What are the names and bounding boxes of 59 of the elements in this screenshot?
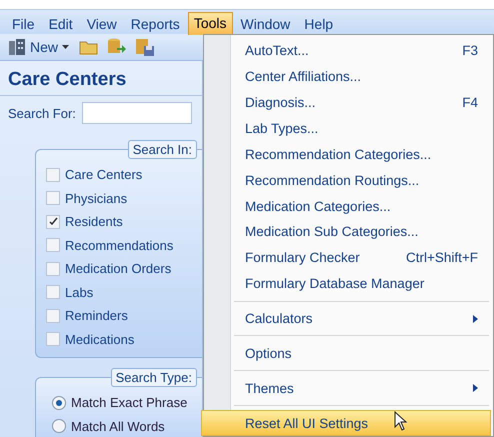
menu-item[interactable]: Lab Types... — [206, 116, 491, 142]
folder-icon[interactable] — [79, 39, 100, 55]
radio-button[interactable] — [52, 396, 66, 410]
menu-item[interactable]: Calculators — [206, 306, 491, 332]
menu-item[interactable]: Recommendation Categories... — [206, 141, 491, 168]
menu-item[interactable]: View — [80, 13, 123, 31]
database-save-icon[interactable] — [135, 38, 156, 56]
caret-icon — [62, 45, 70, 49]
building-icon — [8, 39, 26, 55]
checkbox[interactable] — [46, 238, 60, 252]
checkbox[interactable] — [46, 214, 60, 229]
menu-item[interactable]: File — [6, 13, 41, 31]
menu-item[interactable]: Window — [234, 13, 296, 31]
menu-item[interactable]: Tools — [188, 12, 232, 34]
menu-item[interactable]: Formulary Database Manager — [206, 270, 491, 297]
checkbox-label: Recommendations — [65, 238, 174, 253]
menu-item[interactable]: Formulary Checker Ctrl+Shift+F — [206, 244, 491, 271]
menu-item[interactable]: Medication Sub Categories... — [206, 219, 491, 245]
search-field[interactable] — [82, 102, 192, 124]
checkbox[interactable] — [46, 332, 60, 346]
checkbox[interactable] — [46, 168, 60, 182]
checkbox[interactable] — [46, 262, 60, 276]
checkbox-label: Medications — [65, 332, 134, 347]
menu-item[interactable]: Medication Categories... — [206, 193, 491, 220]
group-legend: Search In: — [128, 140, 197, 159]
radio-button[interactable] — [52, 419, 66, 434]
checkbox[interactable] — [46, 285, 60, 300]
shortcut-label: Ctrl+Shift+F — [406, 250, 478, 266]
radio-label: Match Exact Phrase — [71, 395, 188, 410]
checkbox-label: Residents — [65, 214, 123, 230]
checkbox-label: Reminders — [65, 308, 128, 324]
menu-item[interactable]: Center Affiliations... — [206, 64, 491, 90]
checkbox-label: Medication Orders — [65, 261, 172, 276]
checkbox[interactable] — [46, 308, 60, 323]
submenu-arrow-icon — [473, 314, 478, 323]
check-icon — [48, 217, 58, 226]
new-button[interactable]: New — [6, 39, 72, 55]
menu-item[interactable]: Options — [206, 340, 491, 366]
menu-item[interactable]: Help — [298, 13, 340, 31]
group-legend: Search Type: — [110, 368, 197, 387]
shortcut-label: F3 — [462, 43, 478, 58]
menu-item[interactable]: Reset All UI Settings — [201, 410, 491, 436]
menu-item[interactable]: Edit — [42, 13, 79, 31]
checkbox-label: Care Centers — [65, 167, 142, 182]
menu-item[interactable]: Reports — [124, 13, 186, 31]
checkbox-label: Physicians — [65, 190, 128, 206]
menu-item[interactable]: Recommendation Routings... — [206, 167, 491, 194]
search-label: Search For: — [8, 106, 76, 120]
radio-label: Match All Words — [71, 418, 165, 434]
mouse-pointer-icon — [394, 411, 407, 431]
checkbox[interactable] — [46, 191, 60, 206]
submenu-arrow-icon — [473, 384, 478, 392]
panel-title: Care Centers — [0, 61, 202, 96]
shortcut-label: F4 — [462, 95, 478, 110]
checkbox-label: Labs — [65, 284, 94, 300]
menu-item[interactable]: Themes — [206, 375, 491, 402]
menu-item[interactable]: Diagnosis... F4 — [206, 90, 491, 116]
menu-item[interactable]: AutoText... F3 — [206, 38, 491, 64]
database-arrow-icon[interactable] — [107, 38, 128, 56]
